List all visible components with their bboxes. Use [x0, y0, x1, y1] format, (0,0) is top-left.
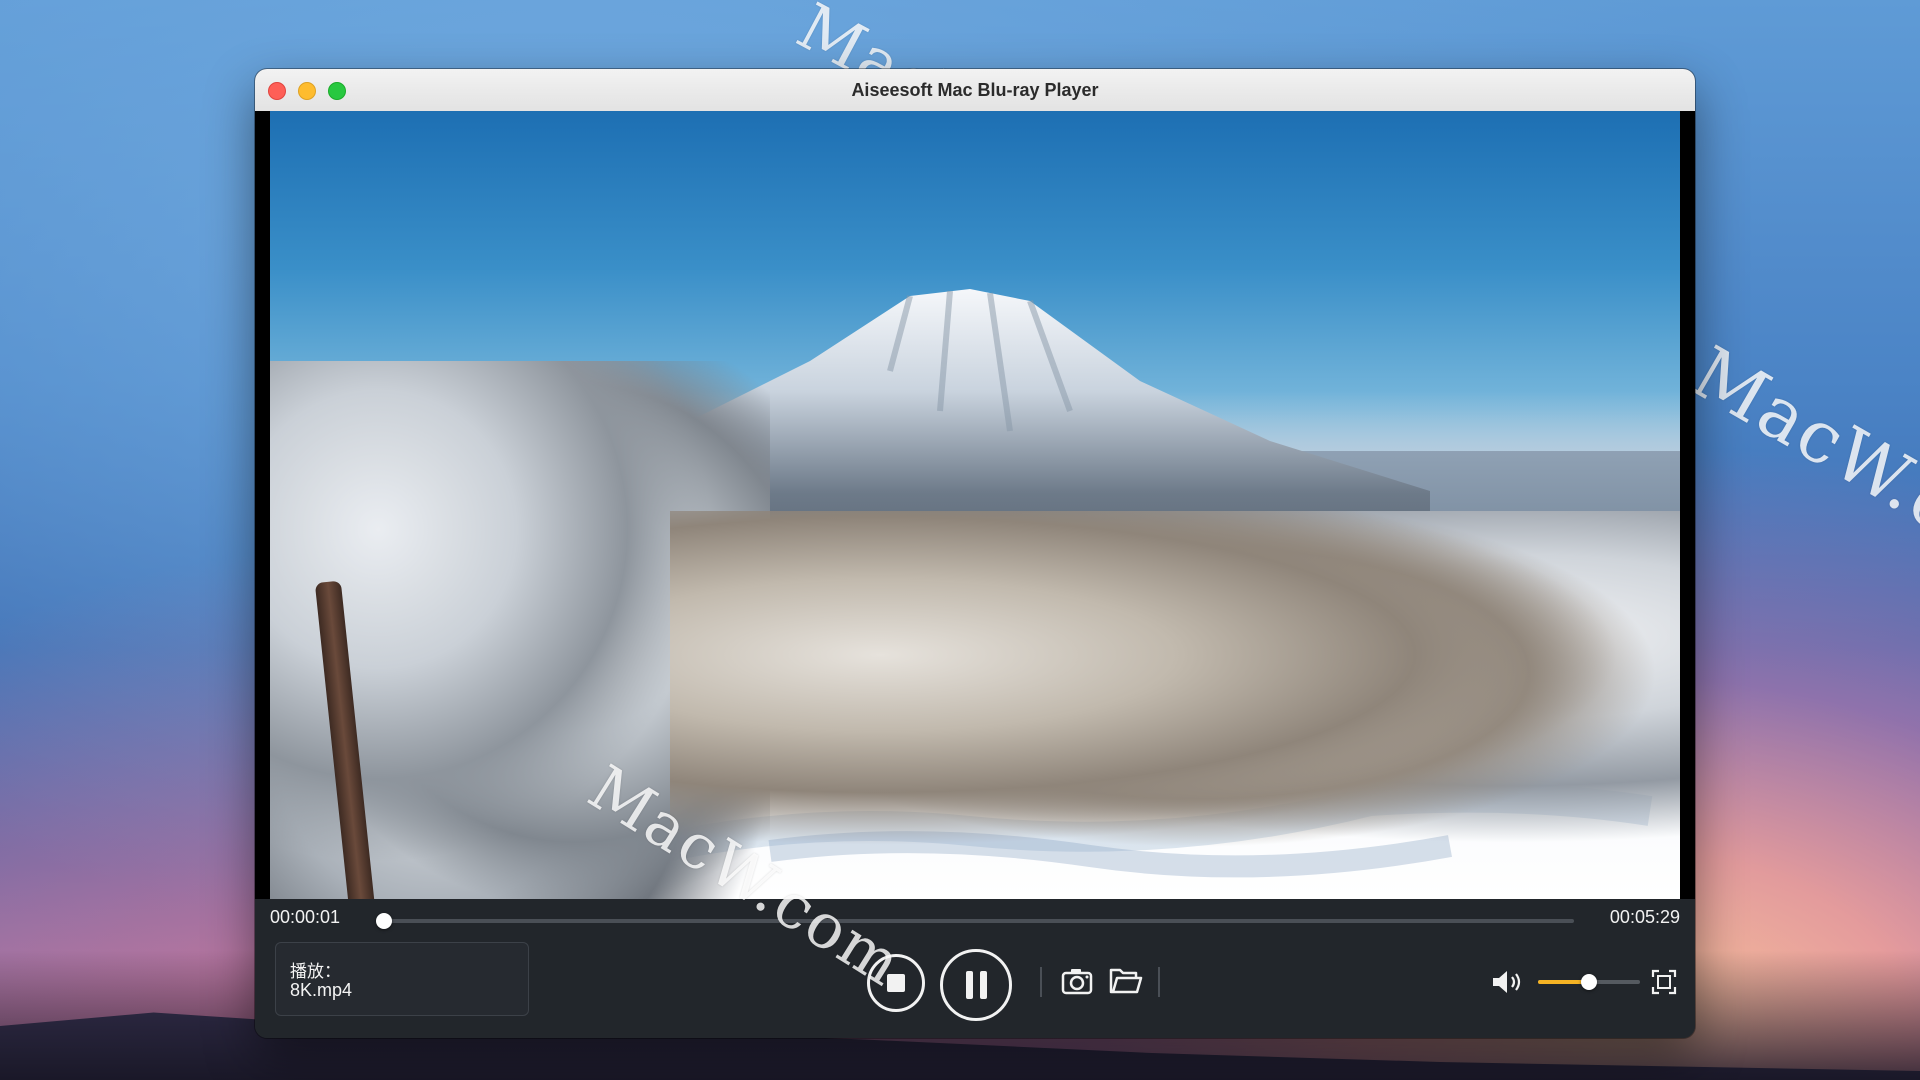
- open-file-button[interactable]: [1108, 965, 1144, 997]
- control-bar: 00:00:01 00:05:29 播放： 8K.mp4: [255, 899, 1695, 1038]
- video-trees-middle: [670, 511, 1680, 871]
- folder-icon: [1109, 968, 1143, 994]
- file-name: 8K.mp4: [290, 980, 353, 1000]
- separator: [1040, 967, 1042, 997]
- video-frame: [270, 111, 1680, 899]
- progress-handle[interactable]: [375, 913, 392, 929]
- volume-button[interactable]: [1490, 967, 1528, 997]
- progress-slider[interactable]: [375, 913, 1574, 929]
- total-time: 00:05:29: [1609, 907, 1680, 927]
- pause-button[interactable]: [940, 949, 1012, 1021]
- pause-icon: [965, 971, 987, 999]
- now-playing-panel: 播放： 8K.mp4: [275, 942, 529, 1016]
- stop-icon: [887, 974, 905, 992]
- player-window: Aiseesoft Mac Blu-ray Player MacW.com 00…: [255, 69, 1695, 1038]
- speaker-icon: [1493, 971, 1521, 993]
- stop-button[interactable]: [867, 954, 925, 1012]
- watermark-right: MacW.com: [1678, 330, 1920, 608]
- volume-handle[interactable]: [1581, 974, 1597, 990]
- volume-slider[interactable]: [1538, 974, 1640, 990]
- separator: [1158, 967, 1160, 997]
- snapshot-button[interactable]: [1060, 965, 1096, 997]
- camera-icon: [1061, 969, 1093, 995]
- current-time: 00:00:01: [270, 907, 341, 927]
- fullscreen-button[interactable]: [1651, 969, 1677, 995]
- window-title: Aiseesoft Mac Blu-ray Player: [851, 80, 1099, 100]
- fullscreen-icon: [1651, 969, 1677, 995]
- video-area[interactable]: MacW.com: [255, 111, 1695, 1001]
- title-bar[interactable]: Aiseesoft Mac Blu-ray Player: [255, 69, 1695, 112]
- status-label: 播放：: [290, 962, 341, 982]
